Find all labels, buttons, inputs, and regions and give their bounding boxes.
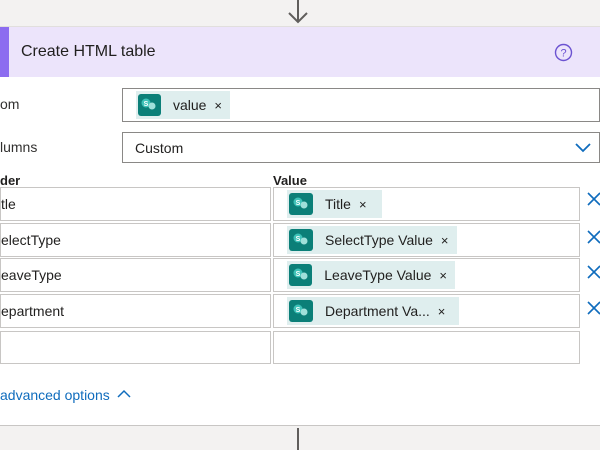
sharepoint-icon: S [289, 300, 313, 322]
sharepoint-icon: S [289, 264, 313, 286]
delete-row-icon[interactable] [587, 192, 600, 206]
empty-header-input[interactable] [0, 331, 271, 364]
columns-label: lumns [0, 139, 38, 155]
from-input[interactable]: S value × [122, 88, 600, 122]
token-text: Department Va... [325, 303, 430, 319]
columns-select[interactable]: Custom [122, 132, 600, 163]
delete-row-icon[interactable] [587, 265, 600, 279]
svg-text:S: S [296, 236, 301, 243]
advanced-options-link[interactable]: advanced options [0, 387, 110, 403]
remove-token-icon[interactable]: × [441, 233, 449, 248]
selecttype-token[interactable]: S SelectType Value × [287, 226, 457, 254]
svg-text:S: S [144, 101, 149, 108]
value-token-text: value [172, 97, 207, 113]
empty-value-input[interactable] [273, 331, 580, 364]
row-header-input[interactable]: epartment [0, 294, 271, 328]
row-value-input[interactable]: S Title × [273, 187, 580, 221]
token-text: Title [325, 196, 351, 212]
delete-row-icon[interactable] [587, 230, 600, 244]
token-text: LeaveType Value [324, 267, 432, 283]
row-header-text: electType [1, 232, 61, 248]
columns-selected-value: Custom [135, 140, 184, 156]
sharepoint-icon: S [289, 193, 313, 215]
sharepoint-icon: S [289, 229, 313, 251]
svg-text:S: S [295, 271, 300, 278]
remove-token-icon[interactable]: × [439, 268, 447, 283]
svg-text:?: ? [560, 48, 566, 60]
value-column-label: Value [273, 173, 307, 188]
action-header[interactable]: Create HTML table ? [0, 27, 600, 77]
action-title: Create HTML table [21, 43, 156, 60]
row-value-input[interactable]: S LeaveType Value × [273, 258, 580, 292]
sharepoint-icon: S [138, 94, 161, 116]
title-token[interactable]: S Title × [287, 190, 382, 218]
remove-token-icon[interactable]: × [359, 197, 367, 212]
header-column-label: der [0, 173, 21, 188]
action-card: Create HTML table ? om S value × lumns C… [0, 26, 600, 426]
value-token[interactable]: S value × [136, 91, 230, 119]
row-header-text: tle [1, 196, 16, 212]
row-header-text: epartment [1, 303, 65, 319]
remove-token-icon[interactable]: × [214, 98, 222, 113]
from-label: om [0, 96, 20, 112]
delete-row-icon[interactable] [587, 301, 600, 315]
flow-connector-line [297, 428, 299, 450]
department-token[interactable]: S Department Va... × [287, 297, 459, 325]
svg-text:S: S [296, 200, 301, 207]
row-value-input[interactable]: S SelectType Value × [273, 223, 580, 257]
row-header-input[interactable]: tle [0, 187, 271, 221]
row-header-input[interactable]: eaveType [0, 258, 271, 292]
svg-text:S: S [296, 307, 301, 314]
leavetype-token[interactable]: S LeaveType Value × [287, 261, 455, 289]
token-text: SelectType Value [325, 232, 433, 248]
flow-arrow-down-icon [288, 0, 308, 24]
chevron-up-icon[interactable] [117, 389, 131, 398]
row-header-input[interactable]: electType [0, 223, 271, 257]
remove-token-icon[interactable]: × [438, 304, 446, 319]
row-value-input[interactable]: S Department Va... × [273, 294, 580, 328]
chevron-down-icon[interactable] [575, 143, 591, 153]
help-icon[interactable]: ? [554, 43, 573, 62]
row-header-text: eaveType [1, 267, 62, 283]
action-accent-bar [0, 27, 9, 77]
